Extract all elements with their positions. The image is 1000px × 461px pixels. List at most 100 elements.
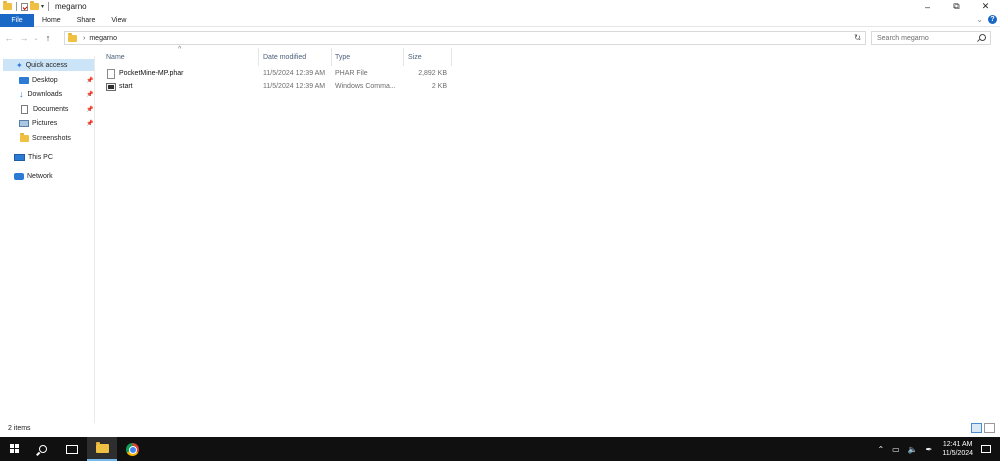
taskbar: ⌃ ▭ 🔈 ✒ 12:41 AM 11/5/2024 <box>0 437 1000 461</box>
address-bar[interactable]: › megarno ⌄ <box>64 31 866 45</box>
search-placeholder: Search megarno <box>877 34 929 42</box>
column-header-size[interactable]: Size <box>408 50 450 64</box>
taskbar-file-explorer[interactable] <box>87 437 117 461</box>
file-size: 2 KB <box>431 83 447 90</box>
chevron-up-icon[interactable]: ⌃ <box>877 445 884 454</box>
file-row[interactable]: PocketMine-MP.phar 11/5/2024 12:39 AM PH… <box>104 68 450 80</box>
large-icons-view-icon[interactable] <box>984 423 995 433</box>
sidebar-item-pictures[interactable]: Pictures 📌 <box>19 117 95 129</box>
sidebar-item-label: Documents <box>33 105 69 113</box>
tab-share[interactable]: Share <box>69 14 104 27</box>
file-type: Windows Comma... <box>335 83 396 90</box>
customize-toolbar-icon[interactable]: ▾ <box>41 3 44 10</box>
cmd-file-icon <box>106 83 116 91</box>
search-input[interactable]: Search megarno <box>871 31 991 45</box>
phar-file-icon <box>107 69 115 79</box>
column-header-date[interactable]: Date modified <box>263 50 331 64</box>
column-divider[interactable] <box>403 48 404 66</box>
file-row[interactable]: start 11/5/2024 12:39 AM Windows Comma..… <box>104 81 450 93</box>
navigation-bar: ← → ⌄ ↑ › megarno ⌄ ↻ Search megarno <box>0 30 1000 46</box>
task-view-button[interactable] <box>57 437 87 461</box>
forward-icon[interactable]: → <box>18 31 30 45</box>
chevron-right-icon[interactable]: › <box>83 35 85 42</box>
folder-icon <box>20 132 29 142</box>
sidebar-item-label: Quick access <box>25 61 68 69</box>
volume-icon[interactable]: 🔈 <box>908 445 918 454</box>
ribbon-tabs: File Home Share View ⌄ ? <box>0 13 1000 27</box>
windows-logo-icon <box>10 444 20 454</box>
network-status-icon[interactable]: ▭ <box>892 445 900 454</box>
minimize-button[interactable]: – <box>913 0 942 13</box>
details-view-icon[interactable] <box>971 423 982 433</box>
column-header-name[interactable]: Name <box>106 50 258 64</box>
properties-icon[interactable] <box>21 2 28 11</box>
downloads-icon: ↓ <box>19 89 24 99</box>
system-tray: ⌃ ▭ 🔈 ✒ 12:41 AM 11/5/2024 <box>873 437 1000 461</box>
window-controls: – ⧉ ✕ <box>913 0 1000 13</box>
file-name[interactable]: PocketMine-MP.phar <box>119 70 183 77</box>
column-divider[interactable] <box>258 48 259 66</box>
clock-time: 12:41 AM <box>942 441 973 448</box>
documents-icon <box>21 104 28 114</box>
close-button[interactable]: ✕ <box>971 0 1000 13</box>
pen-icon[interactable]: ✒ <box>926 445 933 454</box>
up-icon[interactable]: ↑ <box>42 31 54 45</box>
address-path[interactable]: megarno <box>89 35 117 42</box>
desktop-icon <box>19 76 29 84</box>
quick-access-toolbar: ▾ <box>0 1 51 11</box>
sidebar-item-label: This PC <box>28 153 53 161</box>
pictures-icon <box>19 119 29 127</box>
taskbar-search-button[interactable] <box>28 437 58 461</box>
sidebar-item-network[interactable]: Network <box>14 170 95 182</box>
network-icon <box>14 172 24 180</box>
navigation-pane: ✦ Quick access Desktop 📌 ↓ Downloads 📌 D… <box>0 56 95 423</box>
maximize-button[interactable]: ⧉ <box>942 0 971 13</box>
column-divider[interactable] <box>451 48 452 66</box>
recent-locations-icon[interactable]: ⌄ <box>33 31 39 45</box>
start-button[interactable] <box>0 437 30 461</box>
sidebar-item-label: Desktop <box>32 76 58 84</box>
back-icon[interactable]: ← <box>3 31 15 45</box>
item-count: 2 items <box>8 425 31 432</box>
clock[interactable]: 12:41 AM 11/5/2024 <box>942 440 973 458</box>
sidebar-item-screenshots[interactable]: Screenshots <box>20 132 95 144</box>
computer-icon <box>14 153 25 161</box>
title-bar: ▾ megarno – ⧉ ✕ <box>0 0 1000 13</box>
column-header-type[interactable]: Type <box>335 50 403 64</box>
search-icon <box>39 445 47 453</box>
file-type: PHAR File <box>335 70 368 77</box>
expand-ribbon-icon[interactable]: ⌄ <box>976 15 983 24</box>
window-title: megarno <box>55 2 87 11</box>
taskbar-chrome[interactable] <box>117 437 147 461</box>
new-folder-icon[interactable] <box>30 1 39 10</box>
pin-icon[interactable]: 📌 <box>86 106 93 113</box>
tab-file[interactable]: File <box>0 13 34 27</box>
column-divider[interactable] <box>331 48 332 66</box>
notifications-icon[interactable] <box>981 445 991 453</box>
view-switcher <box>971 423 995 433</box>
sidebar-item-label: Downloads <box>27 90 63 98</box>
refresh-icon[interactable]: ↻ <box>854 33 861 42</box>
sidebar-item-label: Pictures <box>32 119 58 127</box>
file-date: 11/5/2024 12:39 AM <box>263 83 326 90</box>
sidebar-item-documents[interactable]: Documents 📌 <box>21 103 95 115</box>
sidebar-item-quick-access[interactable]: ✦ Quick access <box>3 59 94 71</box>
sidebar-item-label: Screenshots <box>32 134 71 142</box>
file-name[interactable]: start <box>119 83 133 90</box>
chrome-icon <box>125 442 139 456</box>
pin-icon[interactable]: 📌 <box>86 77 93 84</box>
sidebar-item-desktop[interactable]: Desktop 📌 <box>19 74 95 86</box>
sidebar-item-this-pc[interactable]: This PC <box>14 151 95 163</box>
folder-icon <box>68 32 77 42</box>
task-view-icon <box>66 444 78 454</box>
tab-view[interactable]: View <box>103 14 134 27</box>
tab-home[interactable]: Home <box>34 14 69 27</box>
search-icon[interactable] <box>979 34 986 41</box>
sidebar-item-label: Network <box>27 172 53 180</box>
pin-icon[interactable]: 📌 <box>86 91 93 98</box>
sidebar-item-downloads[interactable]: ↓ Downloads 📌 <box>19 88 95 100</box>
pin-icon[interactable]: 📌 <box>86 120 93 127</box>
file-date: 11/5/2024 12:39 AM <box>263 70 326 77</box>
file-explorer-icon <box>95 441 109 453</box>
help-icon[interactable]: ? <box>988 15 997 24</box>
